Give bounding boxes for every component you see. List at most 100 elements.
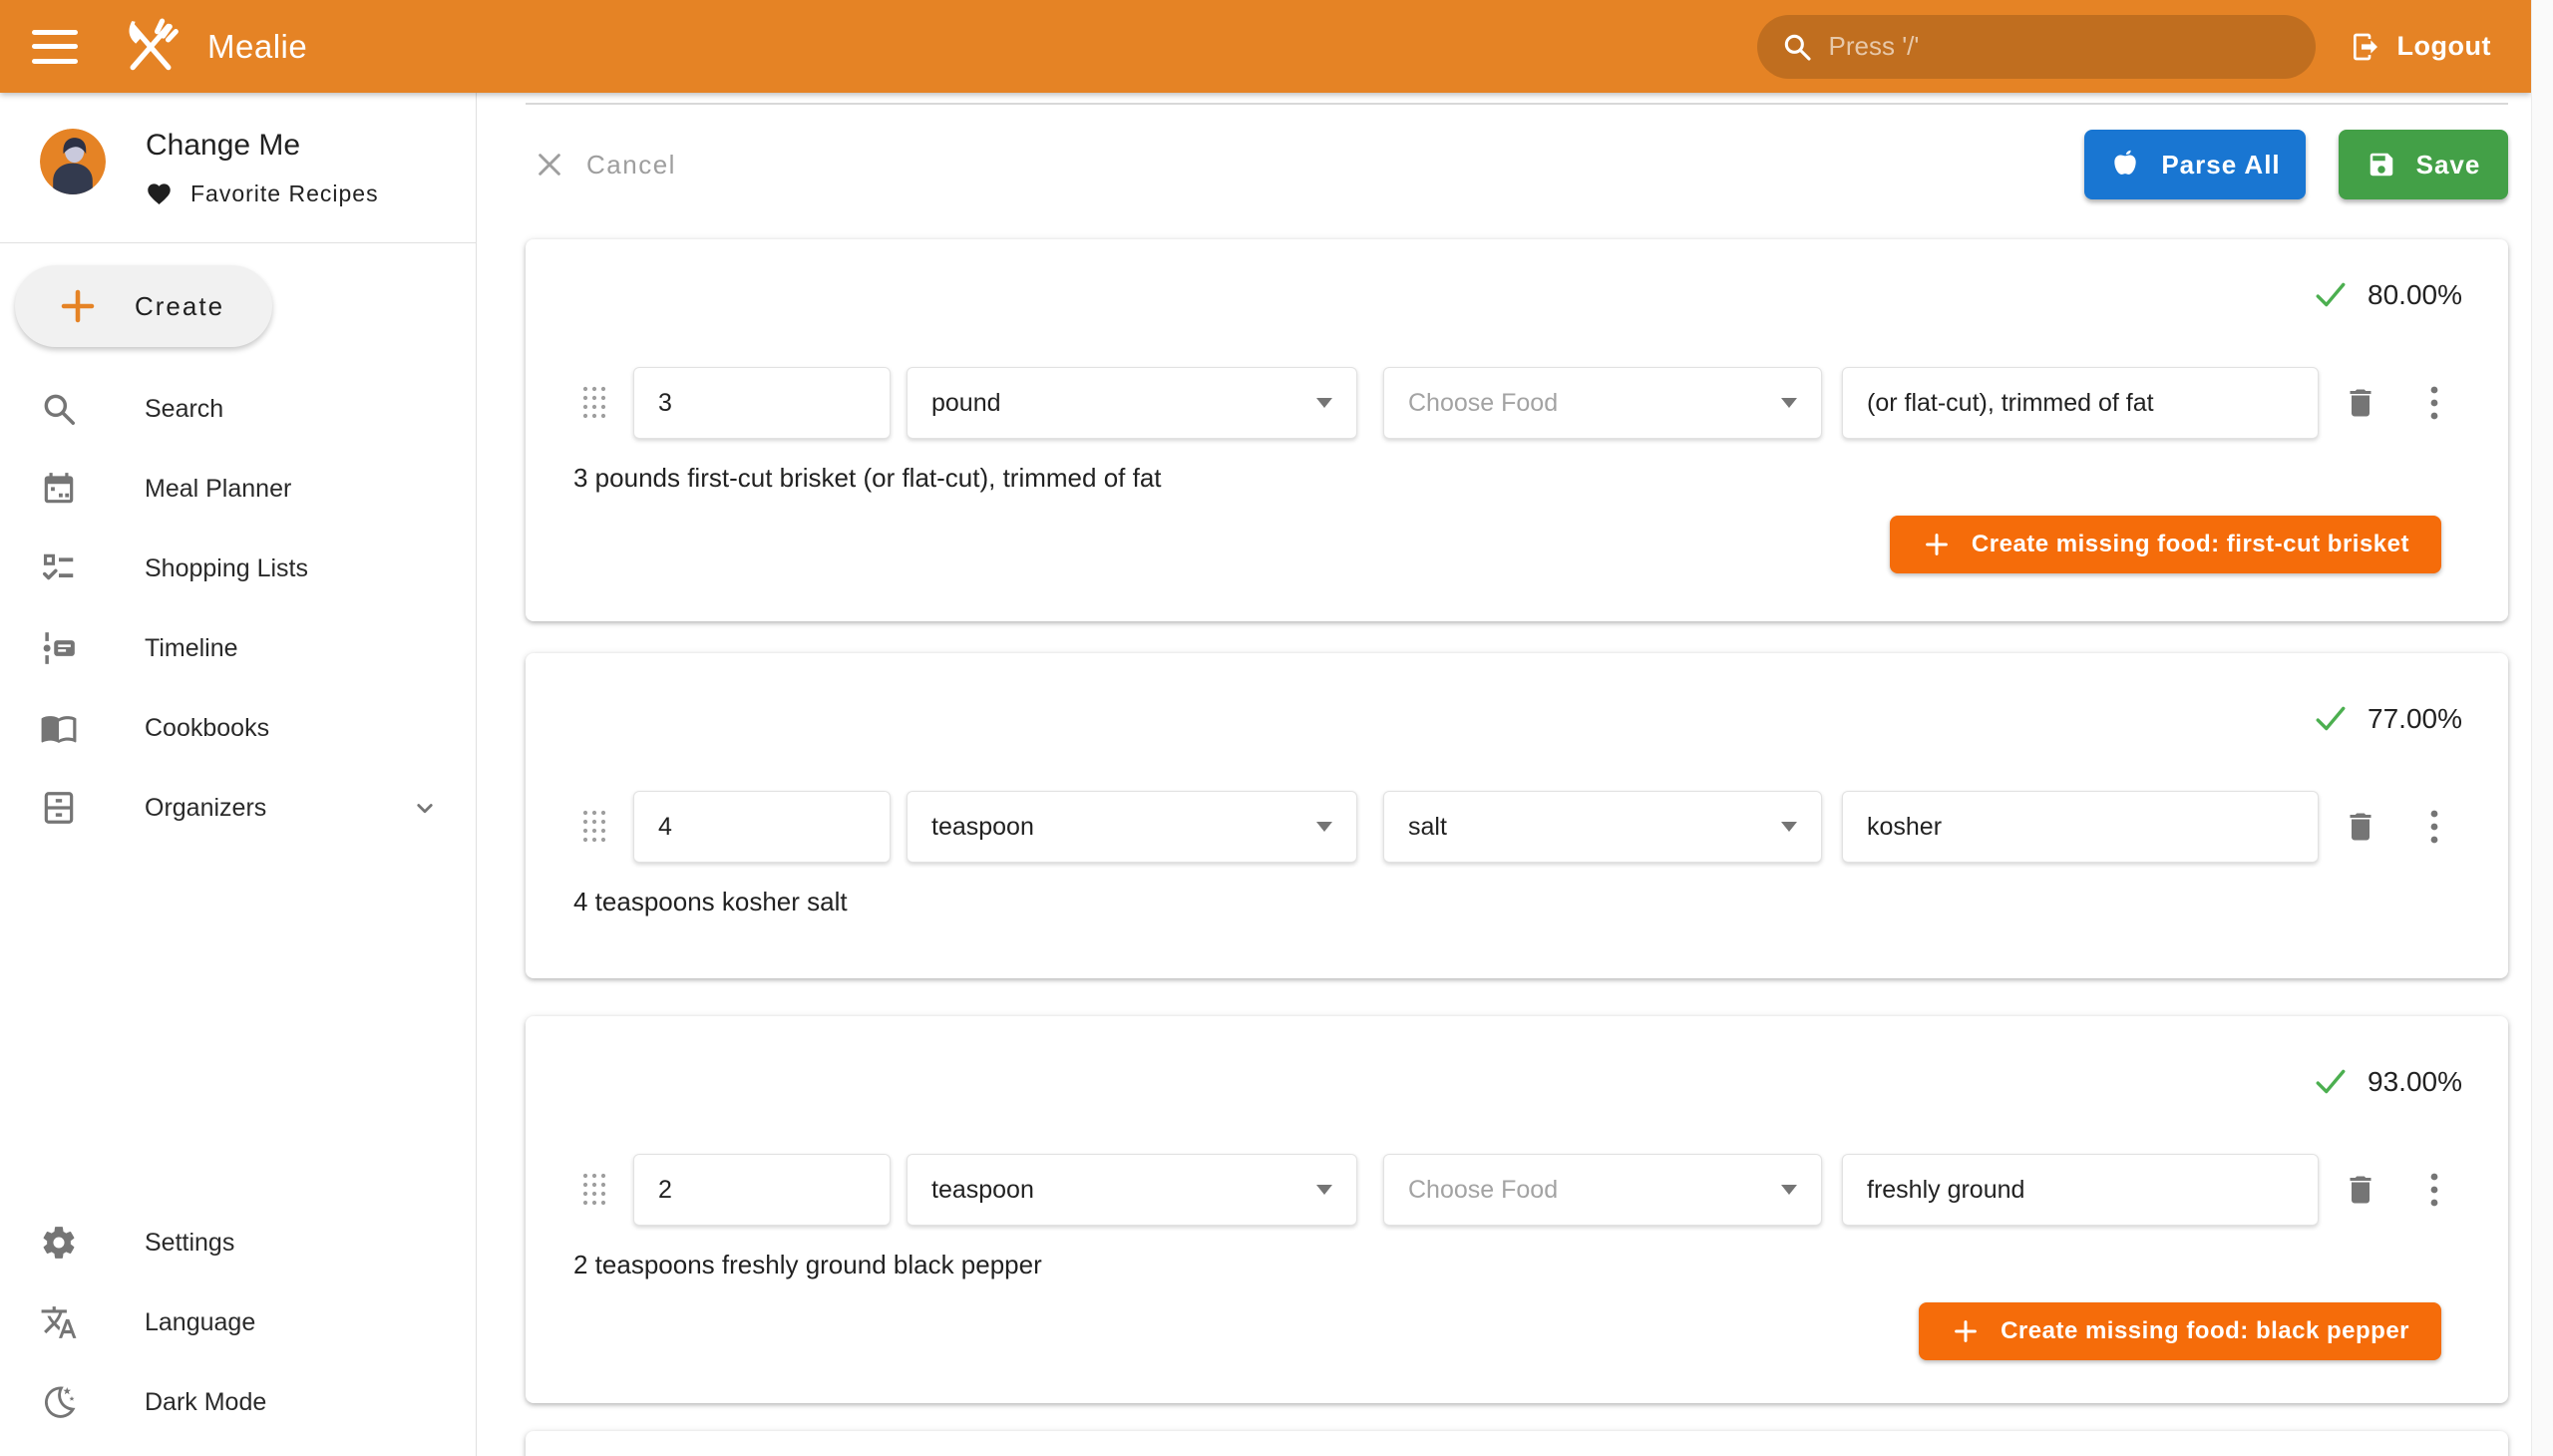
confidence-value: 80.00% <box>2368 279 2462 311</box>
create-missing-food-label: Create missing food: black pepper <box>2001 1317 2409 1345</box>
food-select[interactable]: Choose Food <box>1383 1154 1822 1226</box>
checklist-icon <box>40 549 78 587</box>
parser-toolbar: Cancel Parse All Save <box>477 130 2508 199</box>
delete-button[interactable] <box>2341 805 2380 849</box>
user-name: Change Me <box>146 129 379 163</box>
ingredient-card: 77.00% teaspoon salt <box>526 653 2508 978</box>
avatar <box>40 129 106 194</box>
sidebar-item-label: Settings <box>145 1229 234 1258</box>
close-icon <box>535 150 564 180</box>
create-button[interactable]: Create <box>15 265 272 347</box>
sidebar: Change Me Favorite Recipes Create Search <box>0 93 477 1456</box>
ingredient-fields-row: teaspoon salt <box>526 791 2508 863</box>
apple-icon <box>2109 149 2141 181</box>
original-ingredient-text: 4 teaspoons kosher salt <box>573 887 2508 917</box>
more-options-button[interactable] <box>2422 805 2446 849</box>
plus-icon <box>1951 1316 1981 1346</box>
unit-select[interactable]: teaspoon <box>907 1154 1357 1226</box>
gear-icon <box>40 1224 78 1262</box>
food-placeholder: Choose Food <box>1408 389 1558 418</box>
chevron-down-icon[interactable] <box>410 793 440 823</box>
delete-button[interactable] <box>2341 1168 2380 1212</box>
confidence-indicator: 80.00% <box>2314 275 2462 315</box>
unit-value: pound <box>931 389 1001 418</box>
food-select[interactable]: salt <box>1383 791 1822 863</box>
save-button[interactable]: Save <box>2339 130 2508 199</box>
plus-icon <box>57 285 99 327</box>
sidebar-item-organizers[interactable]: Organizers <box>0 768 476 848</box>
trash-icon <box>2343 384 2378 422</box>
more-options-button[interactable] <box>2422 1168 2446 1212</box>
save-icon <box>2367 150 2396 180</box>
global-search[interactable] <box>1757 15 2316 79</box>
chevron-down-icon <box>1316 822 1332 832</box>
create-missing-food-button[interactable]: Create missing food: first-cut brisket <box>1890 516 2441 573</box>
parse-all-button[interactable]: Parse All <box>2084 130 2306 199</box>
sidebar-item-search[interactable]: Search <box>0 369 476 449</box>
confidence-value: 93.00% <box>2368 1066 2462 1098</box>
sidebar-divider <box>0 242 476 243</box>
kebab-menu-icon <box>2428 383 2440 423</box>
sidebar-item-settings[interactable]: Settings <box>0 1203 476 1282</box>
scrollbar-gutter[interactable] <box>2531 0 2553 1456</box>
sidebar-item-label: Organizers <box>145 794 266 823</box>
sidebar-item-label: Dark Mode <box>145 1388 266 1417</box>
app-title: Mealie <box>207 28 307 66</box>
logout-label: Logout <box>2397 31 2491 62</box>
food-value: salt <box>1408 813 1447 842</box>
content-top-divider <box>526 103 2508 105</box>
note-input[interactable] <box>1842 367 2319 439</box>
unit-value: teaspoon <box>931 813 1034 842</box>
ingredient-fields-row: pound Choose Food <box>526 367 2508 439</box>
unit-select[interactable]: teaspoon <box>907 791 1357 863</box>
original-ingredient-text: 2 teaspoons freshly ground black pepper <box>573 1250 2508 1280</box>
menu-button[interactable] <box>32 30 78 64</box>
search-icon <box>1781 31 1813 63</box>
sidebar-item-label: Shopping Lists <box>145 554 308 583</box>
ingredient-card-partial <box>526 1431 2508 1456</box>
calendar-icon <box>40 470 78 508</box>
delete-button[interactable] <box>2341 381 2380 425</box>
search-input[interactable] <box>1829 31 2292 62</box>
favorite-recipes-link[interactable]: Favorite Recipes <box>146 181 379 207</box>
trash-icon <box>2343 1171 2378 1209</box>
note-input[interactable] <box>1842 791 2319 863</box>
drag-handle-icon[interactable] <box>581 808 607 846</box>
ingredient-fields-row: teaspoon Choose Food <box>526 1154 2508 1226</box>
original-ingredient-text: 3 pounds first-cut brisket (or flat-cut)… <box>573 463 2508 494</box>
sidebar-item-meal-planner[interactable]: Meal Planner <box>0 449 476 529</box>
sidebar-item-cookbooks[interactable]: Cookbooks <box>0 688 476 768</box>
sidebar-item-shopping-lists[interactable]: Shopping Lists <box>0 529 476 608</box>
chevron-down-icon <box>1781 1185 1797 1195</box>
drag-handle-icon[interactable] <box>581 384 607 422</box>
sidebar-item-timeline[interactable]: Timeline <box>0 608 476 688</box>
more-options-button[interactable] <box>2422 381 2446 425</box>
quantity-input[interactable] <box>633 791 891 863</box>
heart-icon <box>146 181 173 207</box>
quantity-input[interactable] <box>633 367 891 439</box>
unit-select[interactable]: pound <box>907 367 1357 439</box>
quantity-input[interactable] <box>633 1154 891 1226</box>
note-input[interactable] <box>1842 1154 2319 1226</box>
sidebar-item-label: Cookbooks <box>145 714 269 743</box>
chevron-down-icon <box>1316 398 1332 408</box>
open-book-icon <box>40 709 78 747</box>
translate-icon <box>40 1303 78 1341</box>
food-select[interactable]: Choose Food <box>1383 367 1822 439</box>
chevron-down-icon <box>1781 822 1797 832</box>
sidebar-item-dark-mode[interactable]: Dark Mode <box>0 1362 476 1442</box>
user-profile[interactable]: Change Me Favorite Recipes <box>40 129 379 207</box>
drag-handle-icon[interactable] <box>581 1171 607 1209</box>
cancel-button[interactable]: Cancel <box>535 130 676 199</box>
food-placeholder: Choose Food <box>1408 1176 1558 1205</box>
logout-button[interactable]: Logout <box>2350 31 2491 63</box>
unit-value: teaspoon <box>931 1176 1034 1205</box>
check-icon <box>2314 278 2348 312</box>
timeline-icon <box>40 629 78 667</box>
confidence-value: 77.00% <box>2368 703 2462 735</box>
sidebar-item-label: Meal Planner <box>145 475 291 504</box>
hamburger-icon <box>32 30 78 35</box>
create-missing-food-button[interactable]: Create missing food: black pepper <box>1919 1302 2441 1360</box>
sidebar-item-language[interactable]: Language <box>0 1282 476 1362</box>
plus-icon <box>1922 530 1952 559</box>
